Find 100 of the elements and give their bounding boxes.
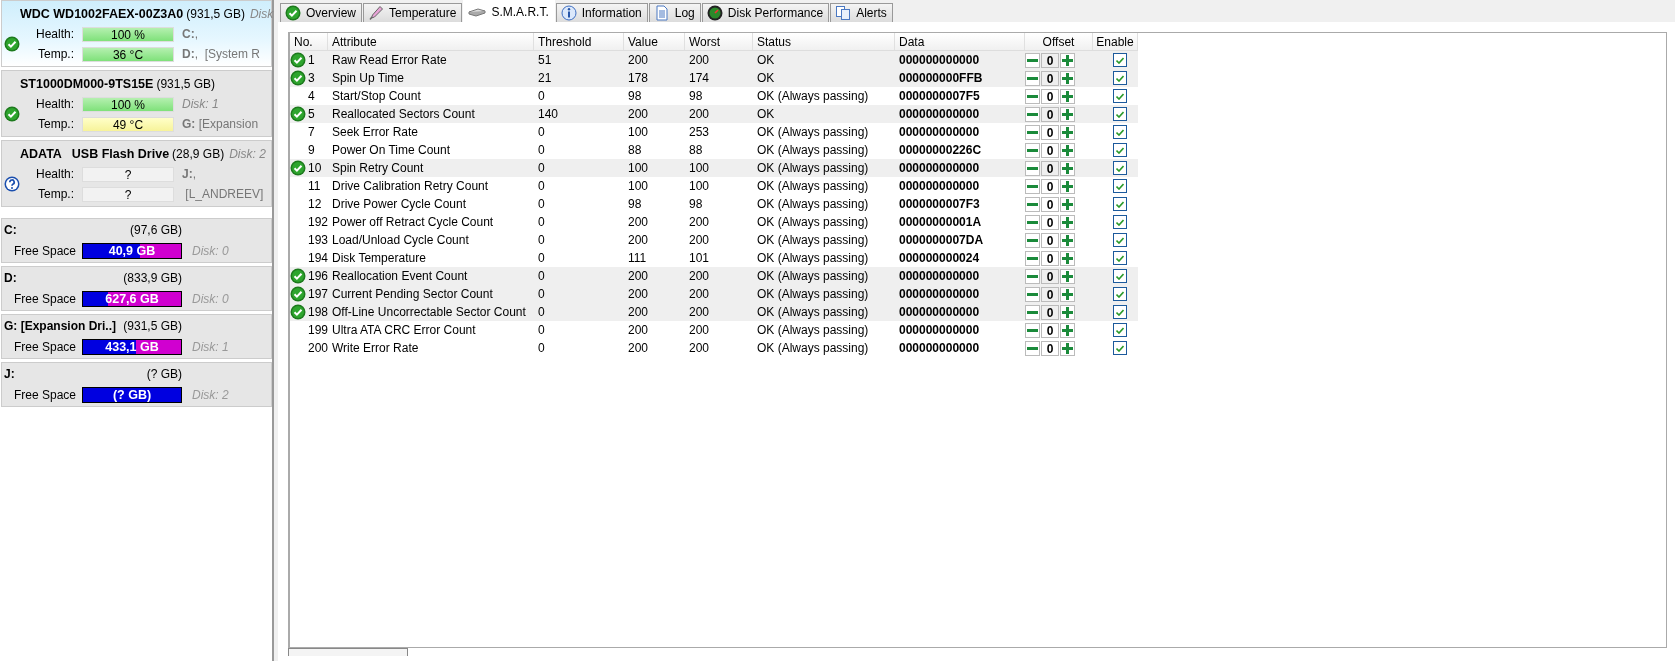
increment-button[interactable]	[1060, 232, 1075, 248]
increment-button[interactable]	[1060, 106, 1075, 122]
decrement-button[interactable]	[1025, 250, 1040, 266]
table-cell-text: 0000000007F5	[898, 89, 981, 103]
tab[interactable]: Log	[648, 3, 701, 22]
tab[interactable]: S.M.A.R.T.	[463, 0, 555, 22]
enable-checkbox[interactable]	[1113, 197, 1127, 211]
offset-field[interactable]: 0	[1041, 340, 1059, 356]
health-bar: 100 %	[82, 96, 174, 112]
increment-button[interactable]	[1060, 196, 1075, 212]
column-header[interactable]: Value	[624, 33, 685, 50]
decrement-button[interactable]	[1025, 232, 1040, 248]
tab[interactable]: Information	[555, 3, 648, 22]
decrement-button[interactable]	[1025, 340, 1040, 356]
table-cell-text: Power On Time Count	[331, 143, 452, 157]
column-header[interactable]: Status	[753, 33, 895, 50]
enable-checkbox[interactable]	[1113, 71, 1127, 85]
enable-checkbox[interactable]	[1113, 179, 1127, 193]
enable-checkbox[interactable]	[1113, 107, 1127, 121]
enable-checkbox[interactable]	[1113, 323, 1127, 337]
increment-button[interactable]	[1060, 178, 1075, 194]
offset-field[interactable]: 0	[1041, 214, 1059, 230]
enable-checkbox[interactable]	[1113, 305, 1127, 319]
decrement-button[interactable]	[1025, 160, 1040, 176]
table-cell-text: 178	[627, 71, 650, 85]
tab[interactable]: Disk Performance	[701, 3, 830, 22]
increment-button[interactable]	[1060, 340, 1075, 356]
increment-button[interactable]	[1060, 268, 1075, 284]
decrement-button[interactable]	[1025, 106, 1040, 122]
button[interactable]	[288, 648, 408, 656]
partition-card[interactable]: G: [Expansion Dri..] (931,5 GB) Free Space 433,1 GB Disk: 1	[1, 314, 272, 359]
offset-field[interactable]: 0	[1041, 178, 1059, 194]
decrement-button[interactable]	[1025, 304, 1040, 320]
enable-checkbox[interactable]	[1113, 161, 1127, 175]
offset-field[interactable]: 0	[1041, 322, 1059, 338]
decrement-button[interactable]	[1025, 142, 1040, 158]
offset-field[interactable]: 0	[1041, 250, 1059, 266]
column-header[interactable]: Data	[895, 33, 1025, 50]
increment-button[interactable]	[1060, 304, 1075, 320]
increment-button[interactable]	[1060, 52, 1075, 68]
increment-button[interactable]	[1060, 88, 1075, 104]
partition-card[interactable]: J: (? GB) Free Space (? GB) Disk: 2	[1, 362, 272, 407]
decrement-button[interactable]	[1025, 70, 1040, 86]
thermometer-icon	[368, 5, 384, 21]
offset-field[interactable]: 0	[1041, 232, 1059, 248]
offset-field[interactable]: 0	[1041, 70, 1059, 86]
offset-field[interactable]: 0	[1041, 106, 1059, 122]
column-header[interactable]: Enable	[1093, 33, 1138, 50]
offset-field[interactable]: 0	[1041, 52, 1059, 68]
minus-icon	[1027, 112, 1038, 116]
enable-checkbox[interactable]	[1113, 53, 1127, 67]
decrement-button[interactable]	[1025, 322, 1040, 338]
increment-button[interactable]	[1060, 322, 1075, 338]
table-cell-text: Load/Unload Cycle Count	[331, 233, 470, 247]
increment-button[interactable]	[1060, 250, 1075, 266]
offset-field[interactable]: 0	[1041, 304, 1059, 320]
increment-button[interactable]	[1060, 142, 1075, 158]
decrement-button[interactable]	[1025, 268, 1040, 284]
enable-checkbox[interactable]	[1113, 89, 1127, 103]
offset-field[interactable]: 0	[1041, 286, 1059, 302]
tab[interactable]: Temperature	[363, 3, 463, 22]
decrement-button[interactable]	[1025, 286, 1040, 302]
decrement-button[interactable]	[1025, 52, 1040, 68]
offset-field[interactable]: 0	[1041, 268, 1059, 284]
partition-name: J:	[4, 366, 15, 381]
tab[interactable]: Overview	[280, 3, 362, 22]
enable-checkbox[interactable]	[1113, 287, 1127, 301]
enable-checkbox[interactable]	[1113, 125, 1127, 139]
decrement-button[interactable]	[1025, 196, 1040, 212]
disk-card[interactable]: ADATA USB Flash Drive (28,9 GB) Disk: 2 Health: ? J:, Temp.: ? [L_ANDREEV]	[1, 140, 272, 207]
increment-button[interactable]	[1060, 286, 1075, 302]
enable-checkbox[interactable]	[1113, 269, 1127, 283]
disk-card[interactable]: ST1000DM000-9TS15E (931,5 GB) Health: 100 % Disk: 1 Temp.: 49 °C G: [Expansion	[1, 70, 272, 137]
decrement-button[interactable]	[1025, 124, 1040, 140]
offset-field[interactable]: 0	[1041, 124, 1059, 140]
offset-field[interactable]: 0	[1041, 196, 1059, 212]
table-cell-text: 000000000000	[898, 125, 981, 139]
column-header[interactable]: No.	[290, 33, 328, 50]
table-cell-text: 200	[627, 269, 650, 283]
increment-button[interactable]	[1060, 214, 1075, 230]
enable-checkbox[interactable]	[1113, 233, 1127, 247]
column-header[interactable]: Threshold	[534, 33, 624, 50]
tab[interactable]: Alerts	[830, 3, 893, 22]
offset-field[interactable]: 0	[1041, 160, 1059, 176]
increment-button[interactable]	[1060, 70, 1075, 86]
enable-checkbox[interactable]	[1113, 341, 1127, 355]
decrement-button[interactable]	[1025, 214, 1040, 230]
offset-field[interactable]: 0	[1041, 142, 1059, 158]
increment-button[interactable]	[1060, 160, 1075, 176]
column-header[interactable]: Attribute	[328, 33, 534, 50]
decrement-button[interactable]	[1025, 88, 1040, 104]
enable-checkbox[interactable]	[1113, 143, 1127, 157]
check-icon	[1116, 290, 1124, 298]
enable-checkbox[interactable]	[1113, 215, 1127, 229]
column-header[interactable]: Worst	[685, 33, 753, 50]
offset-field[interactable]: 0	[1041, 88, 1059, 104]
decrement-button[interactable]	[1025, 178, 1040, 194]
column-header[interactable]: Offset	[1025, 33, 1093, 50]
enable-checkbox[interactable]	[1113, 251, 1127, 265]
increment-button[interactable]	[1060, 124, 1075, 140]
